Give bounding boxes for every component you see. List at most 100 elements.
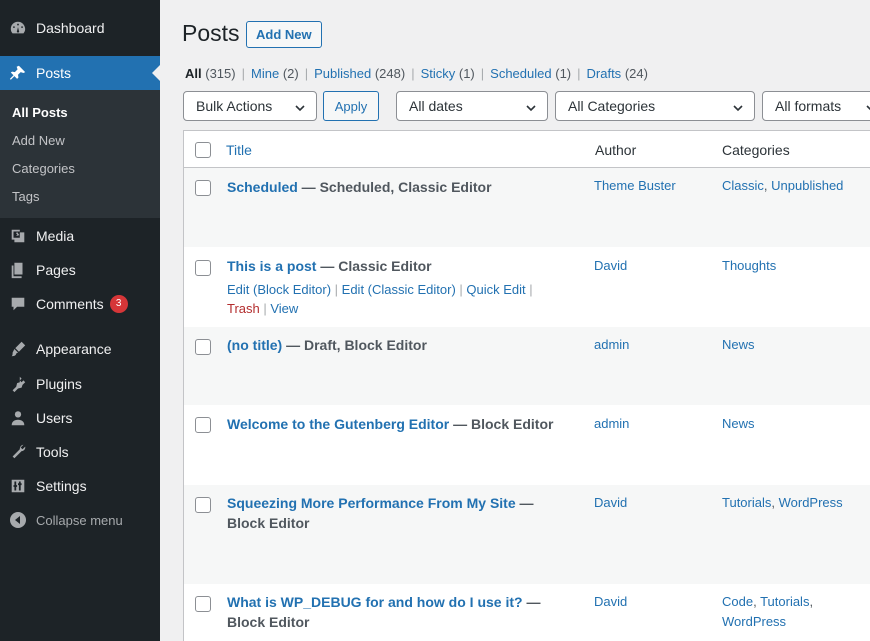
post-title-cell: Welcome to the Gutenberg Editor — Block …	[227, 414, 557, 434]
menu-item-settings[interactable]: Settings	[0, 469, 160, 503]
filter-sticky[interactable]: Sticky	[421, 66, 456, 81]
bulk-actions-select[interactable]: Bulk Actions	[183, 91, 317, 121]
post-categories: Tutorials, WordPress	[722, 495, 843, 510]
row-checkbox[interactable]	[195, 260, 211, 276]
table-row: Scheduled — Scheduled, Classic Editor Th…	[184, 168, 870, 247]
submenu-all-posts[interactable]: All Posts	[12, 105, 68, 120]
post-author-link[interactable]: Theme Buster	[594, 178, 676, 193]
collapse-menu-button[interactable]: Collapse menu	[0, 503, 160, 537]
submenu-add-new[interactable]: Add New	[12, 133, 65, 148]
submenu-tags[interactable]: Tags	[12, 189, 39, 204]
table-header: Title Author Categories	[184, 131, 870, 168]
settings-icon	[0, 477, 36, 495]
post-state: — Scheduled, Classic Editor	[297, 179, 492, 195]
filter-scheduled[interactable]: Scheduled	[490, 66, 551, 81]
collapse-arrow-icon	[10, 512, 26, 528]
category-link[interactable]: Code	[722, 594, 753, 609]
menu-item-comments[interactable]: Comments 3	[0, 287, 160, 321]
category-link[interactable]: WordPress	[779, 495, 843, 510]
row-checkbox[interactable]	[195, 596, 211, 612]
post-state: — Classic Editor	[316, 258, 432, 274]
apply-button[interactable]: Apply	[323, 91, 379, 121]
menu-item-appearance[interactable]: Appearance	[0, 332, 160, 366]
category-filter-select[interactable]: All Categories	[555, 91, 755, 121]
menu-item-users[interactable]: Users	[0, 401, 160, 435]
filter-drafts[interactable]: Drafts	[587, 66, 622, 81]
post-title-link[interactable]: What is WP_DEBUG for and how do I use it…	[227, 594, 523, 610]
menu-item-tools[interactable]: Tools	[0, 435, 160, 469]
category-link[interactable]: WordPress	[722, 614, 786, 629]
active-indicator	[152, 65, 160, 81]
posts-table: Title Author Categories Scheduled — Sche…	[183, 130, 870, 641]
row-actions: Edit (Block Editor) | Edit (Classic Edit…	[227, 282, 533, 316]
edit-block-editor-link[interactable]: Edit (Block Editor)	[227, 282, 331, 297]
menu-item-pages[interactable]: Pages	[0, 253, 160, 287]
post-author-link[interactable]: admin	[594, 416, 629, 431]
category-link[interactable]: Tutorials	[760, 594, 809, 609]
menu-label: Dashboard	[36, 20, 105, 36]
trash-link[interactable]: Trash	[227, 301, 260, 316]
row-checkbox[interactable]	[195, 497, 211, 513]
post-categories: News	[722, 335, 870, 355]
format-filter-select[interactable]: All formats	[762, 91, 870, 121]
status-filter-links: All (315) | Mine (2) | Published (248) | Stick…	[185, 66, 648, 81]
post-title-link[interactable]: Scheduled	[227, 179, 298, 195]
dashboard-icon	[0, 19, 36, 37]
filter-count: (1)	[555, 66, 572, 81]
date-filter-value: All dates	[409, 98, 463, 114]
add-new-button[interactable]: Add New	[246, 21, 322, 48]
post-title-cell: (no title) — Draft, Block Editor	[227, 335, 557, 355]
menu-label: Users	[36, 410, 73, 426]
row-checkbox[interactable]	[195, 339, 211, 355]
row-checkbox[interactable]	[195, 417, 211, 433]
post-title-link[interactable]: Welcome to the Gutenberg Editor	[227, 416, 449, 432]
column-title-header[interactable]: Title	[226, 142, 252, 158]
post-categories: Classic, Unpublished	[722, 178, 844, 193]
post-categories: Thoughts	[722, 256, 870, 276]
column-author-header: Author	[595, 142, 637, 158]
menu-label: Plugins	[36, 376, 82, 392]
category-link[interactable]: Tutorials	[722, 495, 771, 510]
post-state: — Block Editor	[449, 416, 554, 432]
category-link[interactable]: News	[722, 337, 755, 352]
format-filter-value: All formats	[775, 98, 842, 114]
submenu-categories[interactable]: Categories	[12, 161, 75, 176]
table-row: Welcome to the Gutenberg Editor — Block …	[184, 405, 870, 485]
post-author-link[interactable]: David	[594, 495, 627, 510]
post-title-link[interactable]: (no title)	[227, 337, 282, 353]
category-link[interactable]: Classic	[722, 178, 764, 193]
menu-item-media[interactable]: Media	[0, 219, 160, 253]
post-author-link[interactable]: David	[594, 594, 627, 609]
edit-classic-editor-link[interactable]: Edit (Classic Editor)	[342, 282, 456, 297]
menu-item-posts[interactable]: Posts	[0, 56, 160, 90]
select-all-checkbox[interactable]	[195, 142, 211, 158]
chevron-down-icon	[294, 101, 306, 113]
row-checkbox[interactable]	[195, 180, 211, 196]
separator: |	[304, 66, 309, 81]
table-row: What is WP_DEBUG for and how do I use it…	[184, 584, 870, 641]
page-title: Posts	[182, 20, 240, 46]
posts-submenu: All Posts Add New Categories Tags	[0, 90, 160, 218]
quick-edit-link[interactable]: Quick Edit	[466, 282, 525, 297]
table-row: This is a post — Classic Editor Edit (Bl…	[184, 247, 870, 327]
post-title-link[interactable]: This is a post	[227, 258, 316, 274]
menu-label: Comments	[36, 296, 104, 312]
filter-published[interactable]: Published	[314, 66, 371, 81]
filter-count: (1)	[458, 66, 475, 81]
post-title-link[interactable]: Squeezing More Performance From My Site	[227, 495, 516, 511]
separator: |	[241, 66, 245, 81]
post-author-link[interactable]: admin	[594, 337, 629, 352]
view-link[interactable]: View	[270, 301, 298, 316]
category-link[interactable]: Unpublished	[771, 178, 843, 193]
collapse-label: Collapse menu	[36, 512, 123, 528]
menu-label: Pages	[36, 262, 76, 278]
date-filter-select[interactable]: All dates	[396, 91, 548, 121]
users-icon	[0, 409, 36, 427]
menu-item-plugins[interactable]: Plugins	[0, 367, 160, 401]
filter-all[interactable]: All	[185, 66, 202, 81]
category-link[interactable]: Thoughts	[722, 258, 776, 273]
menu-item-dashboard[interactable]: Dashboard	[0, 11, 160, 45]
post-author-link[interactable]: David	[594, 258, 627, 273]
category-link[interactable]: News	[722, 416, 755, 431]
filter-mine[interactable]: Mine	[251, 66, 279, 81]
